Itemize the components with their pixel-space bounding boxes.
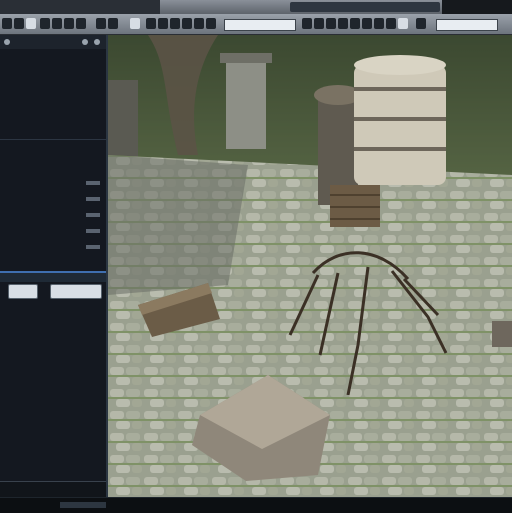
- gear-icon[interactable]: [302, 18, 312, 29]
- large-barrel: [354, 65, 446, 185]
- edge-stump: [492, 321, 512, 347]
- panel-divider: [0, 139, 106, 140]
- panel-status: [0, 481, 106, 498]
- edit-icon[interactable]: [14, 18, 24, 29]
- property-value[interactable]: [86, 181, 100, 185]
- panel-header: [0, 35, 106, 49]
- redo-icon[interactable]: [108, 18, 118, 29]
- texture-icon[interactable]: [350, 18, 360, 29]
- panel-close-icon[interactable]: [94, 39, 100, 45]
- zoom-field[interactable]: [436, 19, 498, 31]
- close-icon[interactable]: [416, 18, 426, 29]
- fog-icon[interactable]: [362, 18, 372, 29]
- property-value[interactable]: [86, 213, 100, 217]
- rotate-icon[interactable]: [64, 18, 74, 29]
- stone-column: [226, 59, 266, 149]
- search-input[interactable]: [224, 19, 296, 31]
- select-icon[interactable]: [40, 18, 50, 29]
- camera-icon[interactable]: [170, 18, 180, 29]
- panel-menu-icon[interactable]: [4, 39, 10, 45]
- pause-icon[interactable]: [206, 18, 216, 29]
- snap-icon[interactable]: [130, 18, 140, 29]
- wire-icon[interactable]: [338, 18, 348, 29]
- layer-icon[interactable]: [158, 18, 168, 29]
- panel-tab-strip[interactable]: [0, 271, 106, 282]
- title-path: [290, 2, 440, 12]
- play-icon[interactable]: [194, 18, 204, 29]
- stats-icon[interactable]: [326, 18, 336, 29]
- properties-panel: [0, 35, 108, 498]
- window-title: [0, 0, 160, 14]
- nav-icon[interactable]: [386, 18, 396, 29]
- mode-field[interactable]: [8, 284, 38, 299]
- light-icon[interactable]: [182, 18, 192, 29]
- status-bar: [0, 497, 512, 513]
- property-value[interactable]: [86, 229, 100, 233]
- scale-icon[interactable]: [76, 18, 86, 29]
- main-toolbar: [0, 14, 512, 35]
- file-icon[interactable]: [2, 18, 12, 29]
- status-indicator: [60, 502, 106, 508]
- value-field[interactable]: [50, 284, 102, 299]
- undo-icon[interactable]: [96, 18, 106, 29]
- sound-icon[interactable]: [374, 18, 384, 29]
- property-value[interactable]: [86, 245, 100, 249]
- move-icon[interactable]: [52, 18, 62, 29]
- panel-pin-icon[interactable]: [82, 39, 88, 45]
- window-titlebar: [0, 0, 512, 14]
- scene-viewport[interactable]: [108, 35, 512, 497]
- render-icon[interactable]: [314, 18, 324, 29]
- help-icon[interactable]: [398, 18, 408, 29]
- shadow-area: [108, 155, 248, 295]
- view-icon[interactable]: [26, 18, 36, 29]
- window-controls: [442, 0, 512, 14]
- property-value[interactable]: [86, 197, 100, 201]
- stone-wall: [108, 80, 138, 165]
- scene-render[interactable]: [108, 35, 512, 497]
- grid-icon[interactable]: [146, 18, 156, 29]
